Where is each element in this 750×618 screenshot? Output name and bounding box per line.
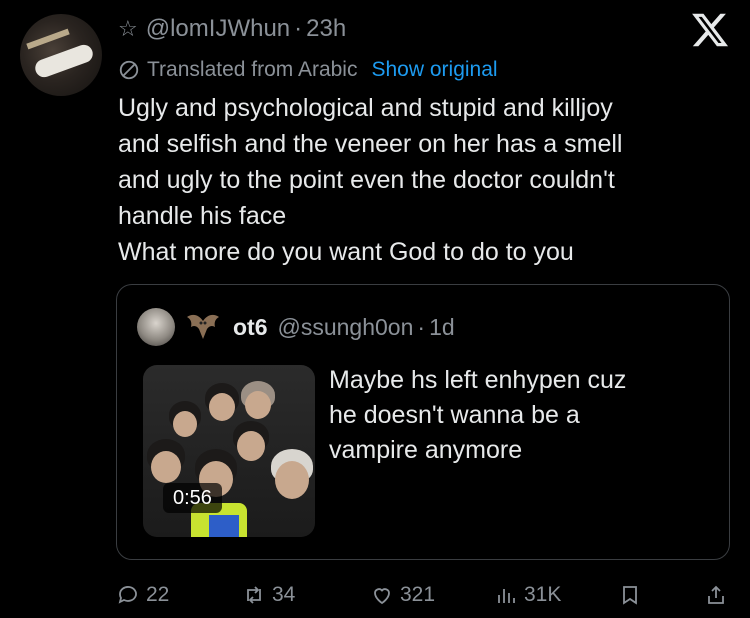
quoted-tweet-header: ot6 @ssungh0on · 1d [137,307,455,347]
retweet-count: 34 [272,583,296,606]
like-count: 321 [400,583,436,606]
person-face [173,411,197,437]
quoted-time[interactable]: 1d [429,314,455,341]
views-button[interactable]: 31K [494,578,561,612]
translation-bar: Translated from Arabic Show original [118,56,498,84]
person-face [275,461,309,499]
person-shirt [209,515,239,537]
quoted-tweet-card[interactable]: ot6 @ssungh0on · 1d 0:56 Maybe hs left e… [116,284,730,560]
author-handle[interactable]: @lomIJWhun [146,15,290,43]
x-logo-icon[interactable] [690,10,730,50]
reply-button[interactable]: 22 [116,578,169,612]
avatar-guitar-neck [26,28,70,50]
translate-globe-icon [119,60,139,80]
tweet-line: and ugly to the point even the doctor co… [118,166,615,194]
tweet-line: What more do you want God to do to you [118,238,574,266]
quoted-author-avatar[interactable] [137,308,175,346]
tweet-actions-bar: 22 34 321 31K [0,578,750,612]
author-avatar[interactable] [20,14,102,96]
retweet-button[interactable]: 34 [242,578,295,612]
heart-icon [374,588,390,605]
person-face [245,391,271,419]
person-face [237,431,265,461]
avatar-guitar-body [32,42,96,80]
video-thumbnail[interactable]: 0:56 [143,365,315,537]
reply-icon [118,586,137,604]
person-face [151,451,181,483]
translated-label: Translated from Arabic [147,58,358,81]
quoted-tweet-body: Maybe hs left enhypen cuz he doesn't wan… [329,363,709,468]
reply-count: 22 [146,583,170,606]
video-duration-badge: 0:56 [163,483,222,513]
person-face [209,393,235,421]
header-separator: · [294,15,303,42]
analytics-icon [498,589,515,603]
tweet-time[interactable]: 23h [306,15,346,43]
share-button[interactable] [704,578,734,612]
retweet-icon [247,586,261,604]
bookmark-button[interactable] [618,578,648,612]
share-icon [708,585,724,604]
tweet-line: Ugly and psychological and stupid and ki… [118,94,613,122]
tweet-line: handle his face [118,202,287,230]
quoted-author-name[interactable]: ot6 [233,314,268,341]
bat-emoji-icon [187,314,219,339]
tweet-line: and selfish and the veneer on her has a … [118,130,623,158]
tweet-body: Ugly and psychological and stupid and ki… [118,90,718,270]
star-icon: ☆ [118,16,138,41]
show-original-link[interactable]: Show original [371,58,497,82]
quoted-line: he doesn't wanna be a [329,401,580,429]
tweet-header: ☆ @lomIJWhun · 23h [118,14,346,44]
quoted-author-handle[interactable]: @ssungh0on [278,314,414,341]
like-button[interactable]: 321 [370,578,435,612]
quoted-separator: · [417,313,426,340]
views-count: 31K [524,583,562,606]
quoted-line: vampire anymore [329,436,523,464]
bookmark-icon [623,586,637,605]
quoted-line: Maybe hs left enhypen cuz [329,366,627,394]
